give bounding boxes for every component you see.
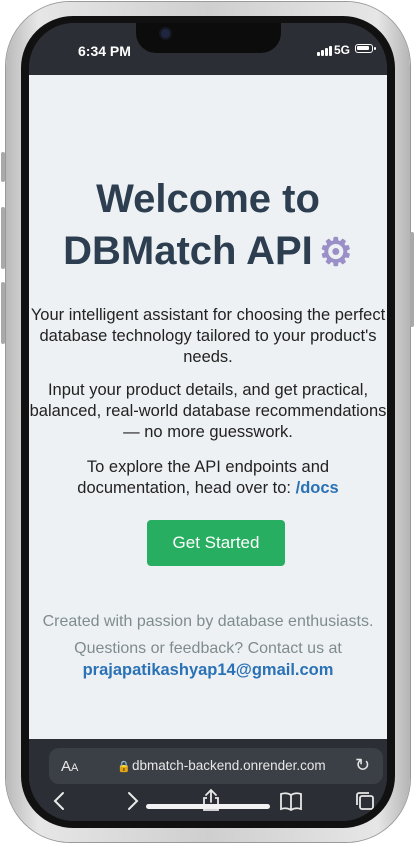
bookmarks-icon[interactable] [279, 791, 303, 815]
battery-icon [355, 44, 376, 53]
power-button [410, 232, 414, 327]
recommendation-paragraph: Input your product details, and get prac… [29, 381, 387, 441]
docs-link[interactable]: /docs [296, 479, 339, 497]
title-line-2: DBMatch API ⚙ [29, 225, 387, 279]
docs-paragraph: To explore the API endpoints and documen… [29, 457, 387, 499]
notch [136, 23, 281, 53]
title-line-2-text: DBMatch API [63, 229, 313, 273]
gear-icon: ⚙ [318, 232, 353, 275]
intro-paragraph: Your intelligent assistant for choosing … [30, 306, 386, 366]
signal-icon [317, 45, 333, 56]
phone-bezel: 6:34 PM 5G Welcome to DBMatch API ⚙ Your… [21, 16, 395, 828]
phone-screen: 6:34 PM 5G Welcome to DBMatch API ⚙ Your… [29, 23, 387, 821]
footer-credit: Created with passion by database enthusi… [42, 613, 374, 630]
text-size-large: A [61, 758, 72, 775]
title-line-1: Welcome to [96, 177, 320, 221]
network-type: 5G [334, 43, 351, 57]
volume-up-button [1, 207, 5, 269]
text-size-small: A [71, 762, 79, 774]
status-bar: 6:34 PM 5G [29, 23, 387, 75]
mute-switch [1, 152, 5, 182]
tabs-icon[interactable] [355, 791, 375, 815]
volume-down-button [1, 282, 5, 344]
get-started-button[interactable]: Get Started [147, 520, 285, 566]
front-camera [161, 29, 170, 38]
docs-paragraph-text: To explore the API endpoints and documen… [77, 458, 330, 497]
url-text: dbmatch-backend.onrender.com [132, 758, 326, 773]
reload-icon[interactable]: ↻ [355, 755, 370, 776]
text-size-button[interactable]: AA [61, 758, 78, 775]
home-indicator[interactable] [146, 804, 270, 809]
page-title: Welcome to DBMatch API ⚙ [29, 173, 387, 279]
share-icon[interactable] [201, 788, 221, 816]
status-time: 6:34 PM [78, 43, 131, 59]
forward-icon[interactable] [127, 791, 139, 815]
lock-icon: 🔒 [117, 761, 131, 773]
contact-email-link[interactable]: prajapatikashyap14@gmail.com [29, 661, 387, 680]
footer-contact-text: Questions or feedback? Contact us at [74, 640, 342, 657]
web-page: Welcome to DBMatch API ⚙ Your intelligent… [29, 75, 387, 739]
address-bar[interactable]: AA 🔒 dbmatch-backend.onrender.com ↻ [49, 748, 383, 784]
phone-frame: 6:34 PM 5G Welcome to DBMatch API ⚙ Your… [1, 2, 414, 842]
back-icon[interactable] [53, 791, 65, 815]
